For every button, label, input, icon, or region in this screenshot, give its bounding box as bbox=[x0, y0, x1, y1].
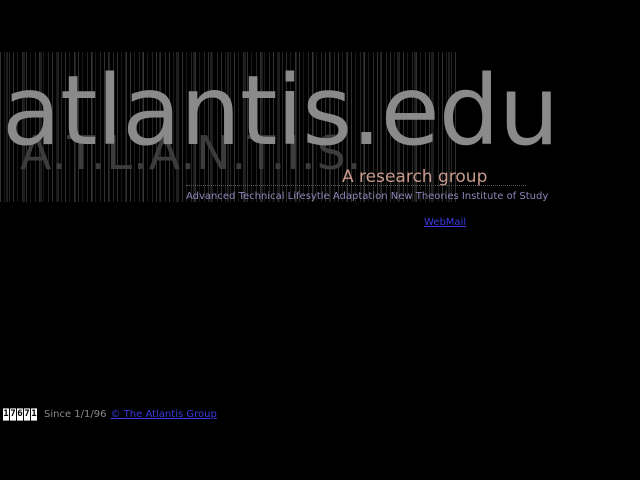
since-date-text: Since 1/1/96 bbox=[44, 408, 107, 420]
dotted-divider bbox=[186, 185, 526, 186]
webmail-link[interactable]: WebMail bbox=[424, 216, 466, 229]
counter-digit: 1 bbox=[3, 407, 9, 421]
counter-digit: 6 bbox=[17, 407, 23, 421]
hit-counter: 1 7 6 7 1 bbox=[3, 407, 38, 421]
site-title: atlantis.edu bbox=[2, 55, 559, 167]
copyright-link[interactable]: © The Atlantis Group bbox=[110, 409, 216, 420]
acronym-expansion: Advanced Technical Lifesytle Adaptation … bbox=[186, 191, 549, 202]
page: A.T.L.A.N.T.I.S. atlantis.edu A research… bbox=[0, 0, 640, 480]
counter-digit: 7 bbox=[10, 407, 16, 421]
footer: 1 7 6 7 1 Since 1/1/96 © The Atlantis Gr… bbox=[3, 406, 217, 422]
counter-digit: 7 bbox=[24, 407, 30, 421]
counter-digit: 1 bbox=[31, 407, 37, 421]
